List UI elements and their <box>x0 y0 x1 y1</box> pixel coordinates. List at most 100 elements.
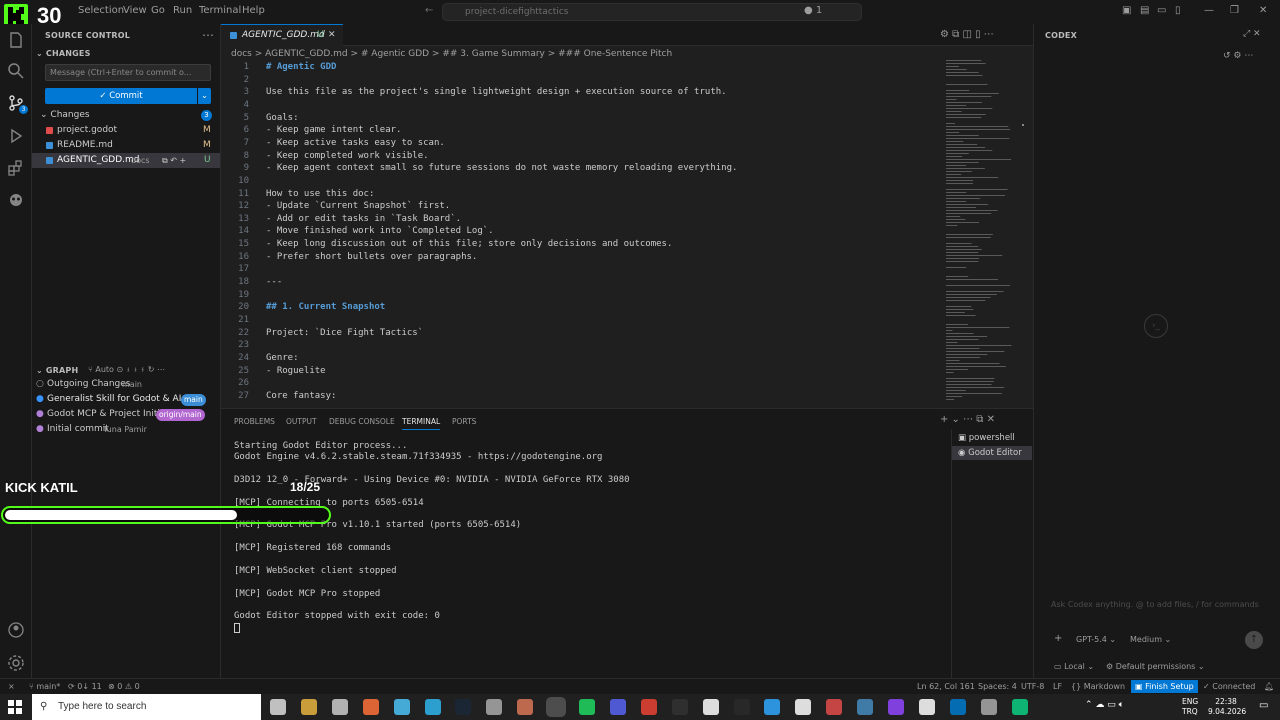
changes-group[interactable]: ⌄ Changes 3 <box>32 108 220 123</box>
back-arrow-icon[interactable]: ← <box>425 5 433 16</box>
steam-icon[interactable] <box>455 699 472 715</box>
close-window-icon[interactable]: ✕ <box>1259 5 1267 16</box>
connection-status[interactable]: ✓ Connected <box>1203 682 1255 691</box>
panel-bottom-icon[interactable]: ▭ <box>1157 5 1166 16</box>
tab-agentic-gdd[interactable]: AGENTIC_GDD.md U ✕ <box>221 24 343 46</box>
godot-icon[interactable] <box>857 699 874 715</box>
close-tab-icon[interactable]: ✕ <box>328 25 336 46</box>
terminal-icon[interactable] <box>671 699 688 715</box>
code-line[interactable]: # Agentic GDD <box>266 62 336 72</box>
code-line[interactable]: - Update `Current Snapshot` first. <box>266 201 450 211</box>
taskbar-search[interactable]: ⚲ Type here to search <box>32 694 261 720</box>
commit-button[interactable]: ✓ Commit <box>45 88 197 104</box>
effort-select[interactable]: Medium ⌄ <box>1130 635 1171 644</box>
terminal-item-godot[interactable]: ◉ Godot Editor <box>952 446 1032 460</box>
language-mode[interactable]: {} Markdown <box>1071 682 1125 691</box>
windows-start-icon[interactable] <box>8 700 22 714</box>
firefox-icon[interactable] <box>362 699 379 715</box>
environment-select[interactable]: ▭ Local ⌄ <box>1054 662 1094 671</box>
graph-item[interactable]: ● Generalist Skill for Godot & AI ... ma… <box>32 392 220 407</box>
file-item-readme[interactable]: README.md M <box>32 138 220 153</box>
command-center-search[interactable]: project-dicefighttactics <box>442 3 862 21</box>
phone-link-icon[interactable] <box>702 699 719 715</box>
codex-app-icon[interactable] <box>980 699 997 715</box>
minimap[interactable] <box>944 60 1024 406</box>
photoshop-icon[interactable] <box>764 699 781 715</box>
model-select[interactable]: GPT-5.4 ⌄ <box>1076 635 1116 644</box>
send-button[interactable]: ↑ <box>1245 631 1263 649</box>
panel-toggle-icon[interactable]: ▤ <box>1140 5 1149 16</box>
settings-icon[interactable] <box>486 699 503 715</box>
menu-view[interactable]: View <box>123 5 147 16</box>
code-line[interactable]: Project: `Dice Fight Tactics` <box>266 328 423 338</box>
discord-icon[interactable] <box>609 699 626 715</box>
tab-output[interactable]: OUTPUT <box>286 417 317 426</box>
codex-input[interactable]: Ask Codex anything. @ to add files, / fo… <box>1051 600 1259 609</box>
codex-history-actions[interactable]: ↺ ⚙ ⋯ <box>1223 51 1253 61</box>
breadcrumb[interactable]: docs > AGENTIC_GDD.md > # Agentic GDD > … <box>221 46 1033 62</box>
code-line[interactable]: How to use this doc: <box>266 189 374 199</box>
menu-go[interactable]: Go <box>151 5 165 16</box>
code-line[interactable]: Core fantasy: <box>266 391 336 401</box>
sidebar-right-icon[interactable]: ▯ <box>1175 5 1181 16</box>
problems-indicator[interactable]: ⊗ 0 ⚠ 0 <box>108 682 140 691</box>
encoding[interactable]: UTF-8 <box>1021 682 1044 691</box>
menu-help[interactable]: Help <box>242 5 265 16</box>
edge-icon[interactable] <box>424 699 441 715</box>
file-item-agentic-gdd[interactable]: AGENTIC_GDD.md docs ⧉ ↶ + U <box>32 153 220 168</box>
obs-icon[interactable] <box>546 697 567 717</box>
explorer-icon[interactable] <box>6 30 26 50</box>
permissions-select[interactable]: ⚙ Default permissions ⌄ <box>1106 662 1205 671</box>
run-debug-icon[interactable] <box>6 126 26 146</box>
remote-icon[interactable]: ⨯ <box>8 682 15 691</box>
tray-icons[interactable]: ⌃ ☁ ▭ 🔈︎ <box>1085 700 1124 710</box>
code-line[interactable]: - Roguelite <box>266 366 326 376</box>
code-line[interactable]: ## 1. Current Snapshot <box>266 302 385 312</box>
menu-terminal[interactable]: Terminal <box>199 5 241 16</box>
file-explorer-icon[interactable] <box>300 699 317 715</box>
task-view-icon[interactable] <box>270 699 286 715</box>
finish-setup-button[interactable]: ▣ Finish Setup <box>1131 680 1198 693</box>
file-item-project-godot[interactable]: project.godot M <box>32 123 220 138</box>
eol[interactable]: LF <box>1053 682 1062 691</box>
code-line[interactable]: - Move finished work into `Completed Log… <box>266 226 494 236</box>
notification-center-icon[interactable]: ▭ <box>1259 700 1268 711</box>
code-line[interactable]: --- <box>266 277 282 287</box>
figma-icon[interactable] <box>1011 699 1028 715</box>
code-line[interactable]: Use this file as the project's single li… <box>266 87 727 97</box>
changes-section-header[interactable]: ⌄ CHANGES <box>36 49 91 58</box>
chrome-icon[interactable] <box>640 699 657 715</box>
sync-indicator[interactable]: ⟳ 0↓ 11 <box>68 682 102 691</box>
notifications-bell-icon[interactable]: 🔔︎ <box>1264 682 1274 691</box>
code-line[interactable]: - Keep long discussion out of this file;… <box>266 239 672 249</box>
editor-actions[interactable]: ⚙ ⧉ ◫ ▯ ⋯ <box>940 29 994 40</box>
vscode-icon[interactable] <box>949 699 966 715</box>
add-context-icon[interactable]: + <box>1054 633 1062 644</box>
panel-actions[interactable]: + ⌄ ⋯ ⧉ ✕ <box>940 414 995 425</box>
codex-window-actions[interactable]: ⤢ ✕ <box>1243 29 1261 39</box>
code-line[interactable]: - Add or edit tasks in `Task Board`. <box>266 214 461 224</box>
file-action-icons[interactable]: ⧉ ↶ + <box>162 153 186 168</box>
aseprite-icon[interactable] <box>826 699 843 715</box>
epic-games-icon[interactable] <box>733 699 750 715</box>
app-store-icon[interactable] <box>393 699 410 715</box>
godot-icon[interactable] <box>6 189 26 209</box>
inkscape-icon[interactable] <box>795 699 812 715</box>
notification-count[interactable]: ● 1 <box>804 5 822 16</box>
minimize-icon[interactable]: — <box>1204 5 1214 16</box>
commit-message-input[interactable]: Message (Ctrl+Enter to commit o... <box>45 64 211 81</box>
twitch-app-icon[interactable] <box>888 699 904 715</box>
cursor-position[interactable]: Ln 62, Col 161 <box>917 682 975 691</box>
code-line[interactable]: Genre: <box>266 353 299 363</box>
graph-toolbar[interactable]: ⑂ Auto ⊙ ⤓ ⤓ ⤒ ↻ ⋯ <box>88 365 165 374</box>
unity-icon[interactable] <box>918 699 935 715</box>
graph-section-header[interactable]: ⌄ GRAPH <box>36 366 78 375</box>
code-line[interactable]: - Keep game intent clear. <box>266 125 401 135</box>
language-indicator[interactable]: ENG TRQ <box>1182 697 1198 717</box>
tab-debug-console[interactable]: DEBUG CONSOLE <box>329 417 395 426</box>
clock-app-icon[interactable] <box>331 699 348 715</box>
layout-icon[interactable]: ▣ <box>1122 5 1131 16</box>
extensions-icon[interactable] <box>6 158 26 178</box>
clock[interactable]: 22:38 9.04.2026 <box>1208 697 1246 717</box>
branch-indicator[interactable]: ⑂ main* <box>29 682 60 691</box>
